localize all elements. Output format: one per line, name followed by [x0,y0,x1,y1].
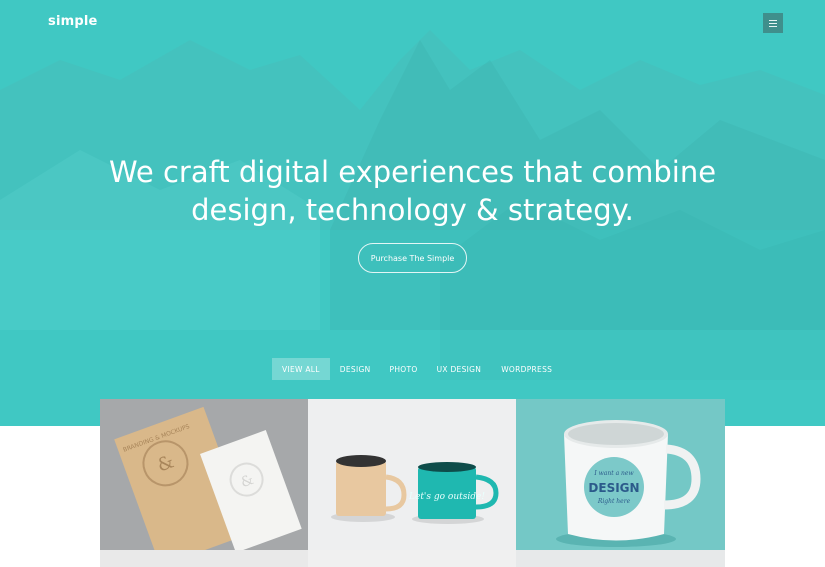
menu-line [769,25,777,27]
filter-view-all[interactable]: VIEW ALL [272,358,330,380]
mug-text-line-2: DESIGN [588,481,639,495]
hero-headline-line-2: design, technology & strategy. [191,193,634,227]
camping-mugs-image: Let's go outside! [308,399,516,550]
portfolio-item-partial[interactable] [308,550,516,567]
portfolio-grid: & BRANDING & MOCKUPS & Let's go outside! [100,399,725,567]
mug-slogan: Let's go outside! [408,492,485,502]
hero-headline-line-1: We craft digital experiences that combin… [108,155,717,189]
purchase-button[interactable]: Purchase The Simple [358,243,467,273]
filter-ux-design[interactable]: UX DESIGN [437,358,482,380]
mug-text-line-3: Right here [597,498,631,505]
menu-line [769,19,777,21]
portfolio-item-branding[interactable]: & BRANDING & MOCKUPS & [100,399,308,550]
portfolio-item-mugs[interactable]: Let's go outside! [308,399,516,550]
filter-photo[interactable]: PHOTO [390,358,418,380]
filter-wordpress[interactable]: WORDPRESS [501,358,552,380]
site-logo[interactable]: simple [48,14,98,29]
branding-mockup-image: & BRANDING & MOCKUPS & [100,399,308,550]
menu-line [769,22,777,24]
portfolio-item-coffee-mug[interactable]: I want a new DESIGN Right here [516,399,725,550]
coffee-mug-image: I want a new DESIGN Right here [516,399,725,550]
hamburger-menu-icon[interactable] [763,13,783,33]
portfolio-item-partial[interactable] [100,550,308,567]
portfolio-filter-bar: VIEW ALL DESIGN PHOTO UX DESIGN WORDPRES… [272,358,552,380]
hero-headline: We craft digital experiences that combin… [0,153,825,229]
portfolio-item-partial[interactable] [516,550,725,567]
hero-section: simple We craft digital experiences that… [0,0,825,426]
filter-design[interactable]: DESIGN [340,358,371,380]
mug-text-line-1: I want a new [593,470,634,477]
